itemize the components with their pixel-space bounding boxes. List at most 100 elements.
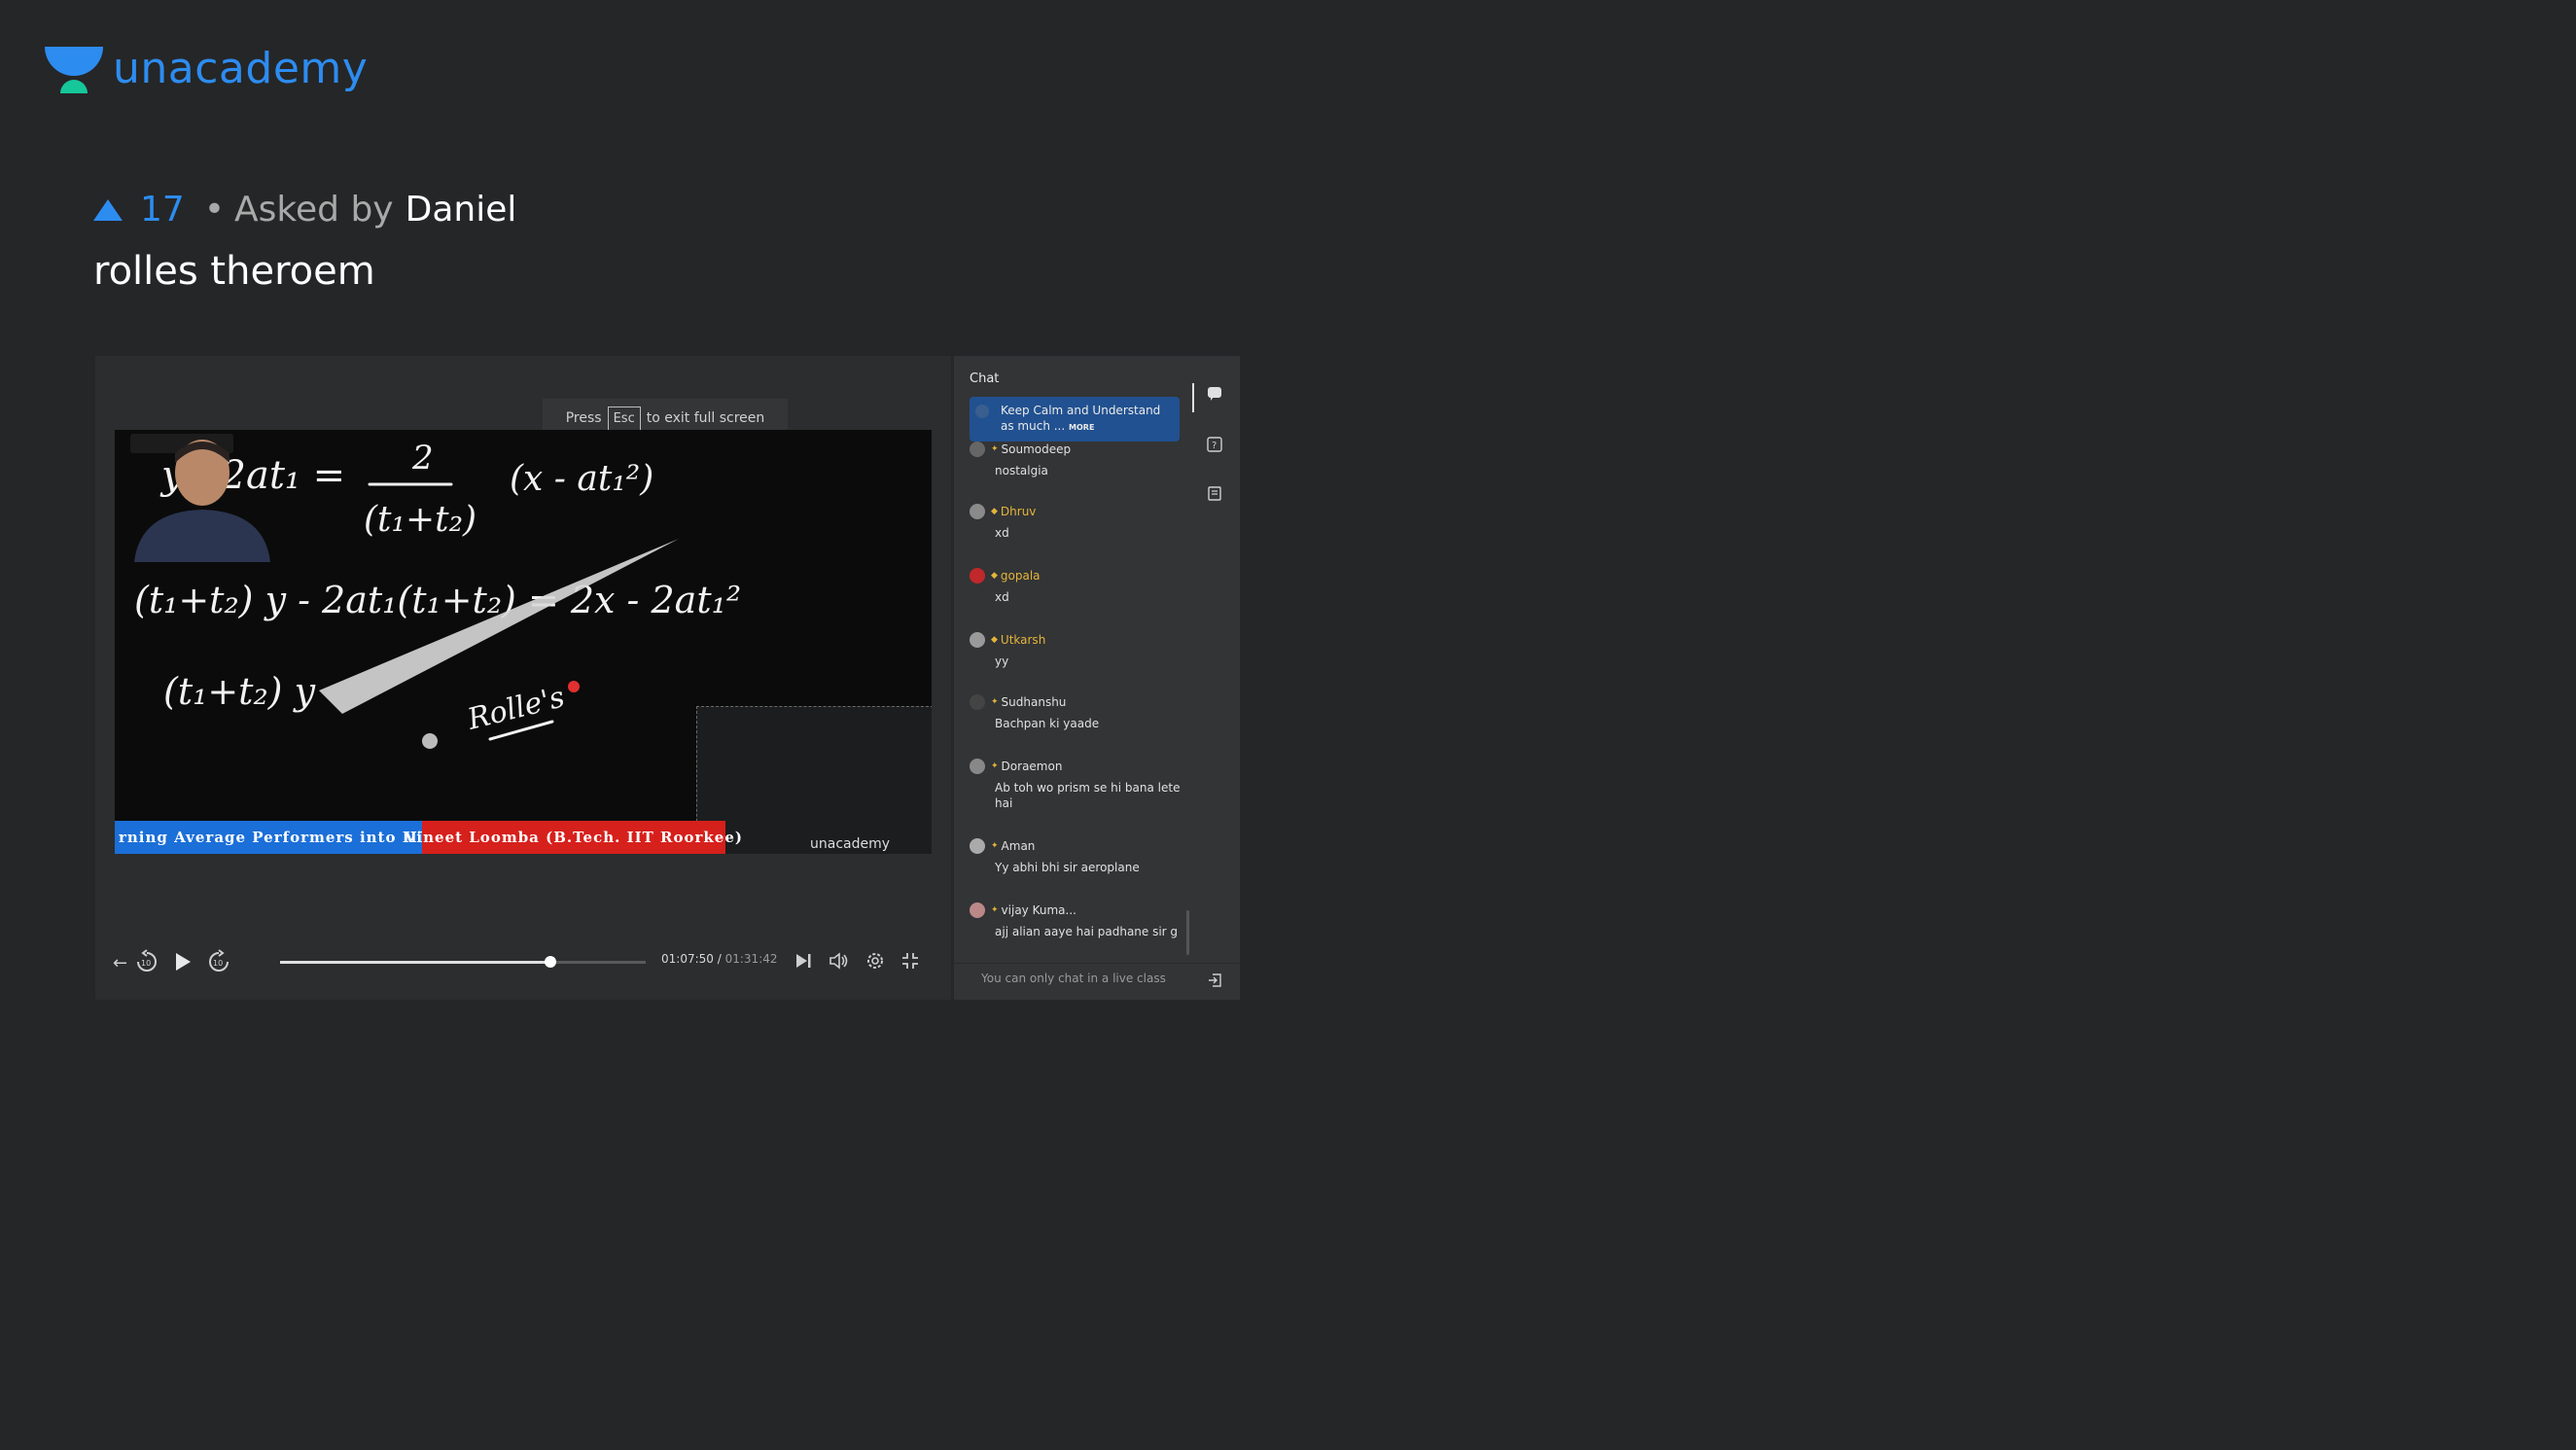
chat-message-header: ✦ Sudhanshu — [970, 694, 1183, 710]
author-name[interactable]: Daniel — [406, 190, 517, 230]
user-badge-icon: ✦ — [991, 697, 999, 707]
chat-avatar — [970, 632, 985, 648]
question-icon[interactable]: ? — [1205, 436, 1224, 453]
cursor-dot — [422, 733, 438, 749]
chat-avatar — [970, 694, 985, 710]
chat-username: Utkarsh — [1000, 633, 1046, 647]
chat-message-text: xd — [995, 526, 1009, 540]
chat-avatar — [970, 838, 985, 854]
exit-fullscreen-icon[interactable] — [900, 951, 920, 971]
pinned-message[interactable]: Keep Calm and Understand as much ... MOR… — [970, 397, 1180, 442]
chat-message: ✦ Soumodeep nostalgia — [970, 442, 1183, 478]
user-badge-icon: ✦ — [991, 444, 999, 454]
chat-username: Doraemon — [1001, 760, 1063, 773]
pinned-avatar — [975, 405, 989, 418]
board-logo: unacademy — [810, 836, 891, 852]
chat-message: ◆ Dhruv xd — [970, 504, 1183, 541]
seek-bar[interactable] — [280, 956, 646, 968]
user-badge-icon: ◆ — [991, 635, 998, 645]
chat-username: gopala — [1000, 569, 1041, 583]
board-rolles: Rolle's — [463, 680, 568, 737]
esc-key: Esc — [607, 406, 641, 431]
chat-username: Aman — [1001, 839, 1036, 853]
time-separator: / — [717, 952, 722, 966]
leave-icon[interactable] — [1205, 972, 1224, 989]
chat-message-header: ✦ Doraemon — [970, 759, 1183, 774]
notes-icon[interactable] — [1205, 484, 1224, 502]
ticker-left: rning Average Performers into IITians — [115, 821, 422, 854]
separator-dot: • — [203, 190, 226, 230]
board-line-2: (t₁+t₂) y - 2at₁(t₁+t₂) = 2x - 2at₁² — [134, 579, 741, 621]
chat-avatar — [970, 568, 985, 584]
chat-scrollbar[interactable] — [1186, 910, 1189, 955]
pen-stroke — [319, 539, 679, 714]
chat-bubble-icon[interactable] — [1205, 385, 1224, 403]
chat-message: ◆ Utkarsh yy — [970, 632, 1183, 669]
user-badge-icon: ✦ — [991, 841, 999, 851]
chat-message-text: ajj alian aaye hai padhane sir g — [995, 925, 1179, 938]
current-time: 01:07:50 — [661, 952, 714, 966]
pinned-text: Keep Calm and Understand as much ... MOR… — [1001, 403, 1176, 436]
video-player: Press Esc to exit full screen y - 2at₁ =… — [95, 356, 1240, 1000]
chat-message: ✦ Sudhanshu Bachpan ki yaade — [970, 694, 1183, 731]
lower-third-banner: rning Average Performers into IITians Vi… — [115, 821, 742, 854]
video-area[interactable]: Press Esc to exit full screen y - 2at₁ =… — [95, 356, 951, 1000]
board-line-3: (t₁+t₂) y — [163, 670, 316, 713]
chat-avatar — [970, 902, 985, 918]
chat-message-header: ◆ gopala — [970, 568, 1183, 584]
chat-message-text: Yy abhi bhi sir aeroplane — [995, 861, 1140, 874]
user-badge-icon: ◆ — [991, 507, 998, 516]
teacher-avatar — [134, 440, 270, 562]
chat-avatar — [970, 442, 985, 457]
unacademy-logo-icon — [45, 47, 103, 93]
chat-message-text: yy — [995, 654, 1009, 668]
chat-footer: You can only chat in a live class — [954, 963, 1240, 1001]
unacademy-logo[interactable]: unacademy — [45, 43, 368, 93]
chat-message-text: Bachpan ki yaade — [995, 717, 1100, 730]
chat-username: vijay Kuma... — [1001, 903, 1076, 917]
settings-gear-icon[interactable] — [865, 951, 885, 971]
chat-message-text: Ab toh wo prism se hi bana lete hai — [995, 781, 1181, 810]
chat-message: ✦ Doraemon Ab toh wo prism se hi bana lete… — [970, 759, 1183, 811]
seek-progress — [280, 961, 551, 964]
chat-footer-text: You can only chat in a live class — [981, 972, 1166, 985]
upvote-icon[interactable] — [93, 198, 123, 221]
user-badge-icon: ✦ — [991, 761, 999, 771]
svg-text:(t₁+t₂): (t₁+t₂) — [364, 500, 476, 540]
total-time: 01:31:42 — [724, 952, 778, 966]
chat-message: ◆ gopala xd — [970, 568, 1183, 605]
svg-text:?: ? — [1212, 441, 1217, 451]
chat-message-header: ✦ Soumodeep — [970, 442, 1183, 457]
forward-10-icon[interactable]: 10 — [206, 949, 231, 974]
volume-icon[interactable] — [829, 951, 850, 971]
player-controls: ← 10 10 01:07:50 / 01:31:42 — [95, 943, 951, 982]
chat-message-header: ✦ Aman — [970, 838, 1183, 854]
ticker-right: Vineet Loomba (B.Tech. IIT Roorkee) — [405, 821, 742, 854]
blackboard-frame: y - 2at₁ = 2 (t₁+t₂) (x - at₁²) (t₁+t₂) … — [115, 430, 932, 854]
chat-panel: Chat Keep Calm and Understand as much ..… — [954, 356, 1240, 1000]
pinned-more-link[interactable]: MORE — [1069, 423, 1094, 432]
upvote-count: 17 — [140, 190, 185, 230]
svg-text:2: 2 — [411, 439, 434, 477]
next-icon[interactable] — [794, 951, 813, 971]
chat-avatar — [970, 759, 985, 774]
svg-text:(x - at₁²): (x - at₁²) — [510, 459, 653, 499]
toast-suffix: to exit full screen — [646, 410, 765, 426]
chat-avatar — [970, 504, 985, 519]
chat-message: ✦ Aman Yy abhi bhi sir aeroplane — [970, 838, 1183, 875]
chat-message-text: nostalgia — [995, 464, 1048, 477]
play-icon[interactable] — [173, 951, 193, 973]
seek-thumb[interactable] — [545, 956, 557, 968]
chat-username: Sudhanshu — [1001, 695, 1067, 709]
chat-message-header: ◆ Dhruv — [970, 504, 1183, 519]
toast-prefix: Press — [565, 410, 602, 426]
chat-title: Chat — [970, 371, 1000, 386]
svg-text:10: 10 — [141, 959, 151, 968]
chat-username: Soumodeep — [1001, 442, 1072, 456]
chat-username: Dhruv — [1000, 505, 1037, 518]
rewind-10-icon[interactable]: 10 — [134, 949, 159, 974]
user-badge-icon: ✦ — [991, 905, 999, 915]
chat-message-header: ◆ Utkarsh — [970, 632, 1183, 648]
back-arrow-icon[interactable]: ← — [113, 953, 127, 973]
chat-message-text: xd — [995, 590, 1009, 604]
